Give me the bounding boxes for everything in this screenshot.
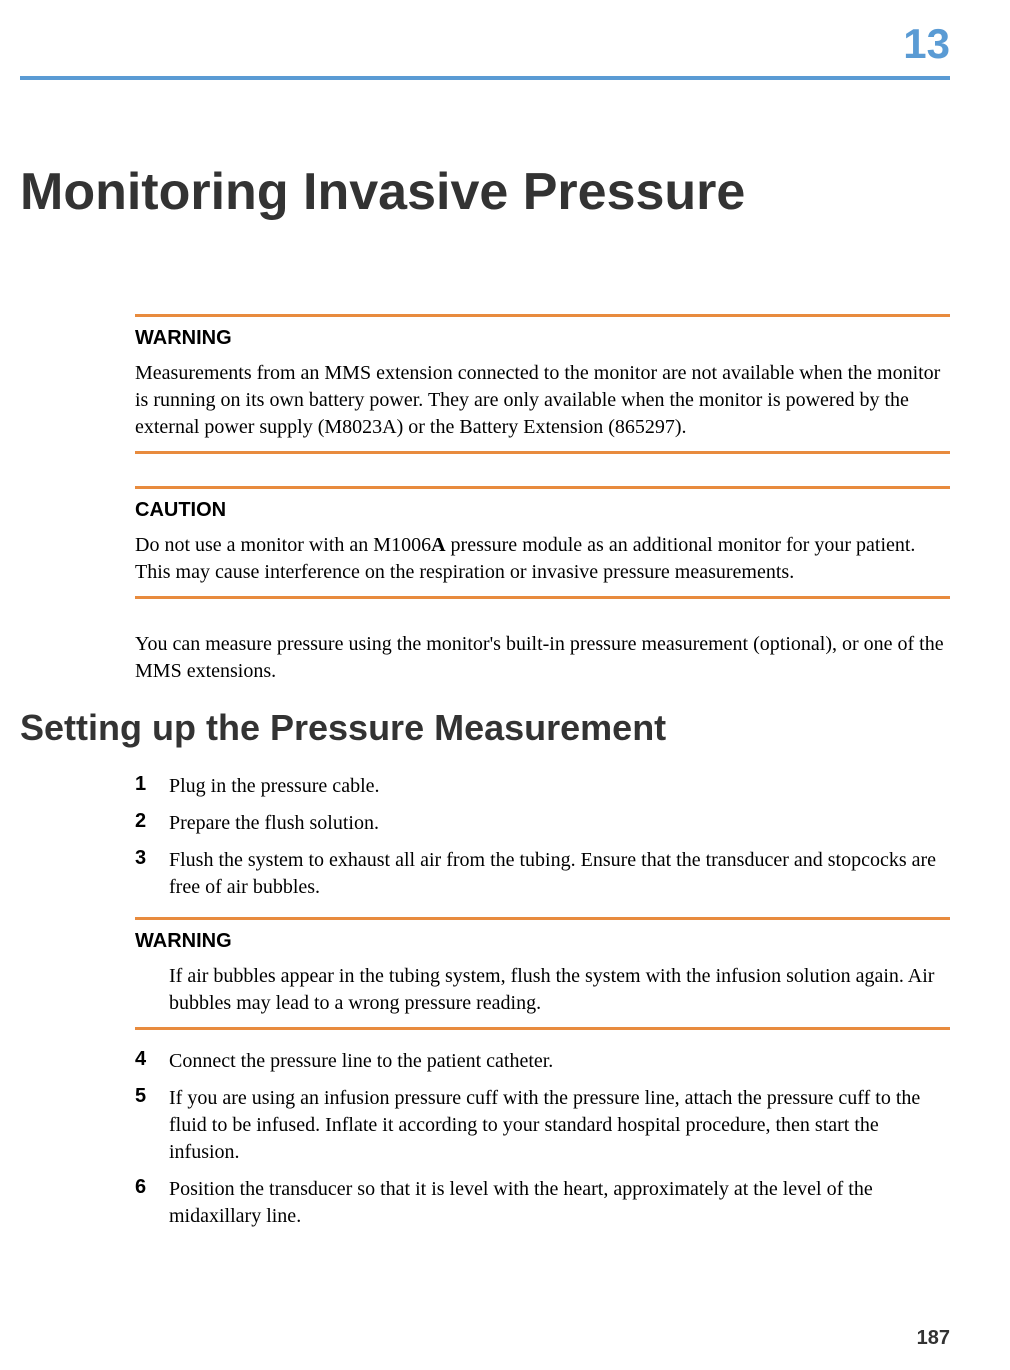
list-item: 2 Prepare the flush solution. — [135, 810, 950, 837]
admonition-rule-bottom — [135, 451, 950, 454]
list-item: 4 Connect the pressure line to the patie… — [135, 1048, 950, 1075]
list-item: 5 If you are using an infusion pressure … — [135, 1085, 950, 1166]
step-text: If you are using an infusion pressure cu… — [169, 1085, 950, 1166]
caution-prefix: Do not use a monitor with an M1006 — [135, 534, 431, 556]
step-number: 1 — [135, 773, 169, 796]
warning-label: WARNING — [135, 930, 950, 953]
warning-text: If air bubbles appear in the tubing syst… — [169, 963, 950, 1017]
step-number: 6 — [135, 1176, 169, 1199]
section-heading: Setting up the Pressure Measurement — [20, 707, 1010, 749]
warning-block-1: WARNING Measurements from an MMS extensi… — [135, 314, 950, 454]
page-header: 13 — [0, 0, 1010, 80]
step-number: 3 — [135, 847, 169, 870]
step-text: Connect the pressure line to the patient… — [169, 1048, 950, 1075]
caution-block-1: CAUTION Do not use a monitor with an M10… — [135, 486, 950, 599]
admonition-rule-bottom — [135, 1027, 950, 1030]
chapter-title: Monitoring Invasive Pressure — [20, 162, 1010, 222]
admonition-rule-bottom — [135, 596, 950, 599]
step-text: Prepare the flush solution. — [169, 810, 950, 837]
header-rule — [20, 76, 950, 80]
intro-paragraph: You can measure pressure using the monit… — [135, 631, 950, 685]
step-number: 5 — [135, 1085, 169, 1108]
steps-list: 1 Plug in the pressure cable. 2 Prepare … — [135, 773, 950, 1230]
caution-bold: A — [431, 534, 445, 556]
step-text: Flush the system to exhaust all air from… — [169, 847, 950, 901]
admonition-rule-top — [135, 917, 950, 920]
admonition-rule-top — [135, 486, 950, 489]
page-number: 187 — [917, 1327, 950, 1350]
step-text: Position the transducer so that it is le… — [169, 1176, 950, 1230]
list-item: 3 Flush the system to exhaust all air fr… — [135, 847, 950, 901]
list-item: 6 Position the transducer so that it is … — [135, 1176, 950, 1230]
list-item: 1 Plug in the pressure cable. — [135, 773, 950, 800]
step-number: 2 — [135, 810, 169, 833]
warning-label: WARNING — [135, 327, 950, 350]
warning-block-2: WARNING If air bubbles appear in the tub… — [135, 917, 950, 1030]
caution-text: Do not use a monitor with an M1006A pres… — [135, 532, 950, 586]
chapter-number: 13 — [0, 20, 1010, 68]
warning-text: Measurements from an MMS extension conne… — [135, 360, 950, 441]
step-text: Plug in the pressure cable. — [169, 773, 950, 800]
admonition-rule-top — [135, 314, 950, 317]
step-number: 4 — [135, 1048, 169, 1071]
caution-label: CAUTION — [135, 499, 950, 522]
content-block: WARNING Measurements from an MMS extensi… — [135, 314, 950, 685]
